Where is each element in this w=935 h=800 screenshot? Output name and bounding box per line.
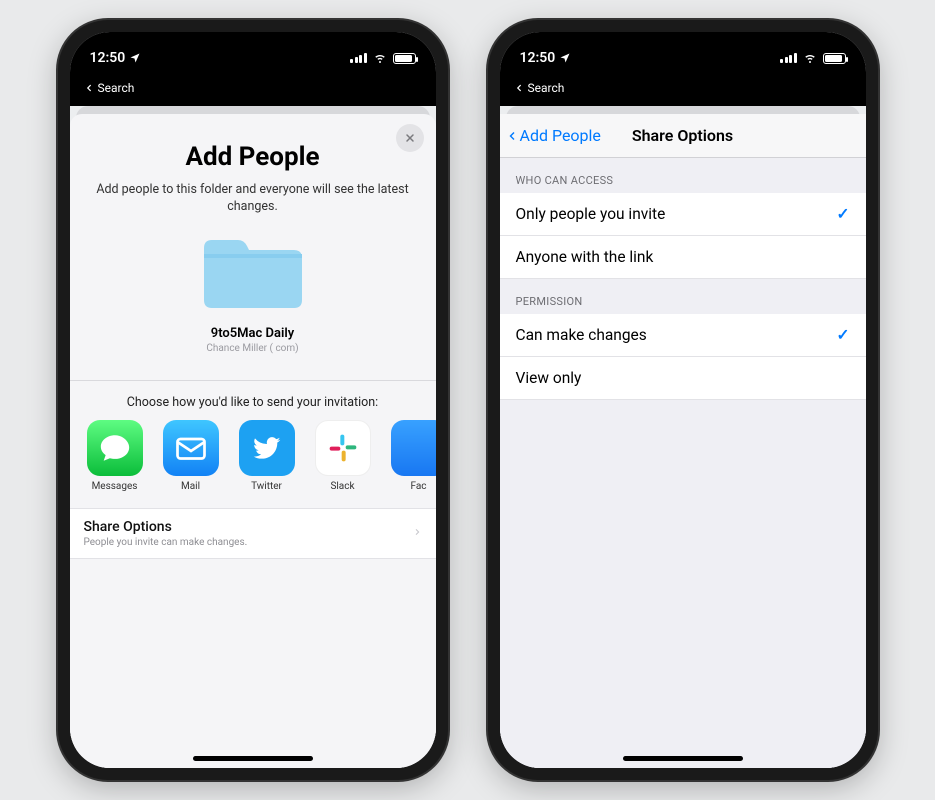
group-header-access: WHO CAN ACCESS <box>500 158 866 193</box>
mail-icon <box>173 430 209 466</box>
breadcrumb-label: Search <box>98 81 135 95</box>
row-label: View only <box>516 369 582 387</box>
share-options-subtitle: People you invite can make changes. <box>84 537 248 548</box>
signal-icon <box>350 53 367 63</box>
phone-frame-left: 12:50 Search Add People <box>58 20 448 780</box>
row-label: Can make changes <box>516 326 647 344</box>
share-options-row[interactable]: Share Options People you invite can make… <box>70 508 436 559</box>
wifi-icon <box>802 52 818 64</box>
status-time: 12:50 <box>90 50 126 66</box>
row-only-invited[interactable]: Only people you invite ✓ <box>500 193 866 236</box>
share-app-slack[interactable]: Slack <box>312 420 374 492</box>
app-label: Messages <box>84 481 146 492</box>
nav-title: Share Options <box>500 126 866 145</box>
screen-share-options: 12:50 Search Add People <box>500 32 866 768</box>
modal-sheet: Add People Share Options WHO CAN ACCESS … <box>500 114 866 768</box>
app-label: Twitter <box>236 481 298 492</box>
battery-icon <box>393 53 416 64</box>
page-subtitle: Add people to this folder and everyone w… <box>96 182 410 216</box>
choose-label: Choose how you'd like to send your invit… <box>70 381 436 420</box>
phone-frame-right: 12:50 Search Add People <box>488 20 878 780</box>
page-title: Add People <box>96 142 410 172</box>
modal-sheet: Add People Add people to this folder and… <box>70 114 436 768</box>
home-indicator[interactable] <box>623 756 743 761</box>
group-header-permission: PERMISSION <box>500 279 866 314</box>
share-options-title: Share Options <box>84 519 248 535</box>
row-can-make-changes[interactable]: Can make changes ✓ <box>500 314 866 357</box>
close-icon <box>404 132 416 144</box>
close-button[interactable] <box>396 124 424 152</box>
folder-icon <box>198 230 308 312</box>
home-indicator[interactable] <box>193 756 313 761</box>
checkmark-icon: ✓ <box>837 326 850 344</box>
folder-name: 9to5Mac Daily <box>96 326 410 341</box>
signal-icon <box>780 53 797 63</box>
wifi-icon <box>372 52 388 64</box>
row-anyone-link[interactable]: Anyone with the link <box>500 236 866 279</box>
nav-bar: Add People Share Options <box>500 114 866 158</box>
folder-owner: Chance Miller ( com) <box>96 343 410 354</box>
chevron-left-icon <box>84 82 94 94</box>
share-apps-row[interactable]: Messages Mail Twitter <box>70 420 436 502</box>
checkmark-icon: ✓ <box>837 205 850 223</box>
breadcrumb-back[interactable]: Search <box>500 76 866 106</box>
share-app-twitter[interactable]: Twitter <box>236 420 298 492</box>
screen-add-people: 12:50 Search Add People <box>70 32 436 768</box>
slack-icon <box>327 432 359 464</box>
twitter-icon <box>251 432 283 464</box>
breadcrumb-label: Search <box>528 81 565 95</box>
chevron-left-icon <box>514 82 524 94</box>
share-app-partial[interactable]: Fac <box>388 420 436 492</box>
location-icon <box>559 52 571 64</box>
app-label: Mail <box>160 481 222 492</box>
share-app-mail[interactable]: Mail <box>160 420 222 492</box>
battery-icon <box>823 53 846 64</box>
location-icon <box>129 52 141 64</box>
notch <box>168 32 338 58</box>
app-label: Fac <box>388 481 436 492</box>
notch <box>598 32 768 58</box>
row-view-only[interactable]: View only <box>500 357 866 400</box>
status-time: 12:50 <box>520 50 556 66</box>
settings-list: WHO CAN ACCESS Only people you invite ✓ … <box>500 158 866 768</box>
share-app-messages[interactable]: Messages <box>84 420 146 492</box>
app-label: Slack <box>312 481 374 492</box>
row-label: Only people you invite <box>516 205 666 223</box>
breadcrumb-back[interactable]: Search <box>70 76 436 106</box>
chevron-right-icon <box>413 524 422 543</box>
row-label: Anyone with the link <box>516 248 654 266</box>
messages-icon <box>98 431 132 465</box>
